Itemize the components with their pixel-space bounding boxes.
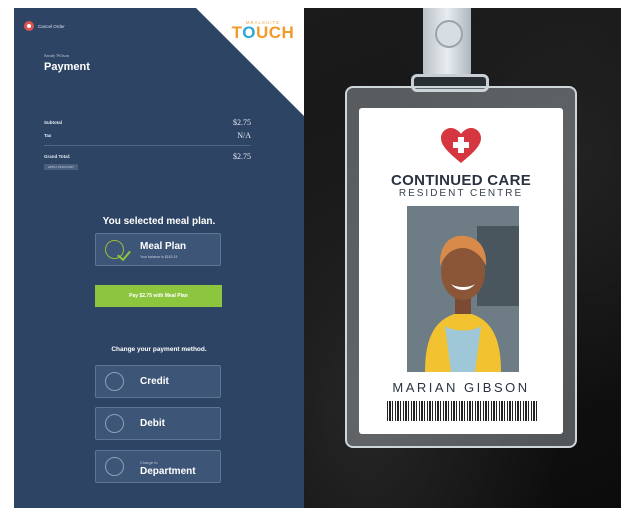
mealsuite-touch-logo: MEALSUITE TOUCH (230, 20, 296, 41)
department-label: Department (140, 466, 196, 477)
barcode (387, 401, 537, 421)
change-method-message: Change your payment method. (111, 346, 207, 353)
credit-option[interactable]: Credit (95, 365, 221, 398)
department-option[interactable]: Charge to Department (95, 450, 221, 483)
brand-big-text: TOUCH (231, 23, 295, 42)
order-totals: Subtotal $2.75 Tax N/A Grand Total: $2.7… (44, 116, 251, 170)
grand-total-label: Grand Total: (44, 154, 71, 159)
cancel-order-label: Cancel Order (38, 23, 65, 29)
radio-icon (105, 372, 124, 391)
portrait-photo (407, 206, 519, 372)
cancel-order-button[interactable]: Cancel Order (24, 21, 65, 31)
meal-plan-option[interactable]: Meal Plan Your balance is $163.15 (95, 233, 221, 266)
id-badge-photo: CONTINUED CARE RESIDENT CENTRE MARIAN GI… (304, 8, 621, 508)
radio-checked-icon (105, 240, 131, 262)
totals-divider (44, 145, 251, 146)
kiosk-payment-screen: MEALSUITE TOUCH Cancel Order Sandy Wilso… (14, 8, 304, 508)
radio-icon (105, 457, 124, 476)
tax-value: N/A (237, 131, 251, 140)
radio-icon (105, 414, 124, 433)
person-portrait-icon (407, 206, 519, 372)
subtotal-row: Subtotal $2.75 (44, 116, 251, 129)
user-name: Sandy Wilson (44, 53, 70, 58)
meal-plan-balance: Your balance is $163.15 (140, 255, 178, 259)
tax-row: Tax N/A (44, 129, 251, 142)
pay-with-meal-plan-button[interactable]: Pay $2.75 with Meal Plan (95, 285, 222, 307)
department-sub-label: Charge to (140, 460, 158, 465)
meal-plan-label: Meal Plan (140, 241, 187, 252)
organization-name: CONTINUED CARE (390, 172, 532, 189)
badge-holder-name: MARIAN GIBSON (392, 380, 530, 395)
debit-label: Debit (140, 418, 165, 429)
credit-label: Credit (140, 376, 169, 387)
grand-total-value: $2.75 (233, 152, 251, 161)
checkmark-icon (117, 246, 131, 262)
selected-message: You selected meal plan. (102, 216, 216, 227)
apply-discount-button[interactable]: APPLY DISCOUNT (44, 164, 78, 170)
debit-option[interactable]: Debit (95, 407, 221, 440)
subtotal-label: Subtotal (44, 120, 62, 125)
page-title: Payment (44, 61, 90, 73)
id-card: CONTINUED CARE RESIDENT CENTRE MARIAN GI… (359, 108, 563, 434)
badge-holder: CONTINUED CARE RESIDENT CENTRE MARIAN GI… (345, 86, 577, 448)
tax-label: Tax (44, 133, 52, 138)
cancel-icon (24, 21, 34, 31)
badge-clip (423, 8, 471, 78)
grand-total-row: Grand Total: $2.75 (44, 150, 251, 163)
heart-cross-logo-icon (441, 128, 481, 163)
organization-subtitle: RESIDENT CENTRE (398, 188, 524, 199)
subtotal-value: $2.75 (233, 118, 251, 127)
